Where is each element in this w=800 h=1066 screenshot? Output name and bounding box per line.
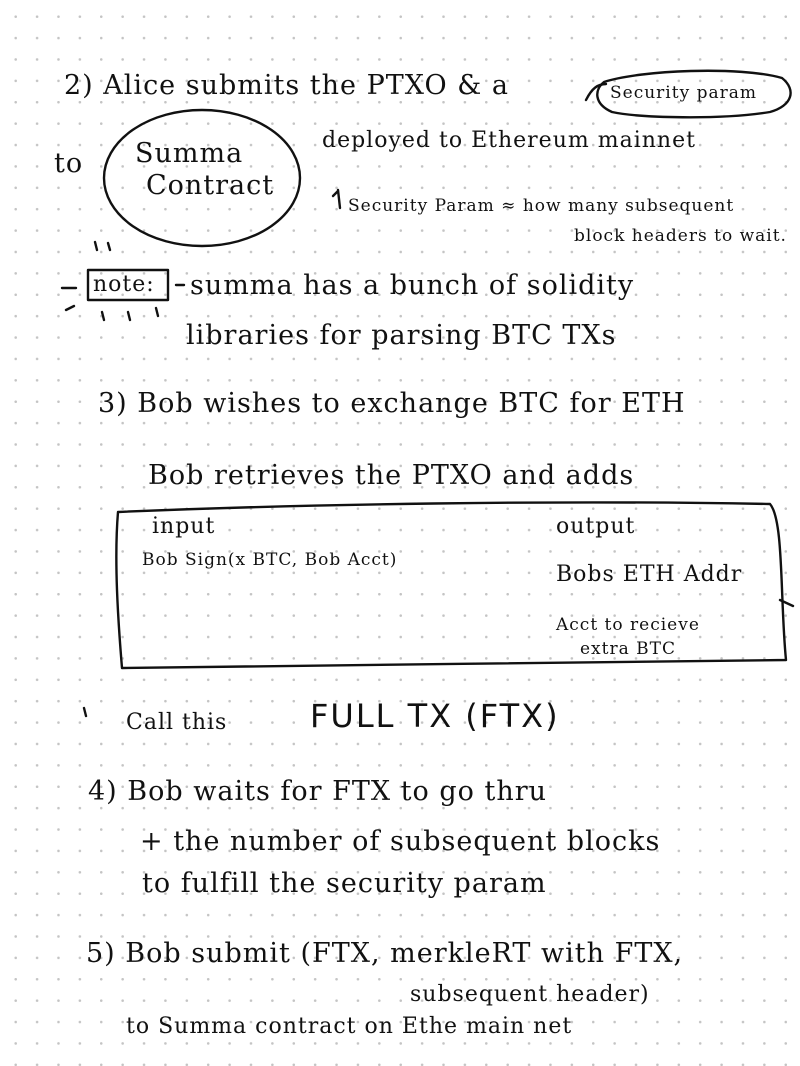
call-this-text: Call this (126, 710, 228, 735)
tx-output-change-line1: Acct to recieve (556, 615, 700, 635)
step5-line3: to Summa contract on Ethe main net (126, 1014, 573, 1039)
summa-contract-label-line2: Contract (146, 170, 275, 201)
security-param-definition-line1: Security Param ≈ how many subsequent (348, 196, 735, 216)
step5-line2: subsequent header) (410, 982, 650, 1007)
step3-heading: 3) Bob wishes to exchange BTC for ETH (98, 388, 686, 419)
note-line2: libraries for parsing BTC TXs (186, 320, 617, 351)
step4-line1: 4) Bob waits for FTX to go thru (88, 776, 548, 807)
tx-input-header: input (152, 514, 216, 539)
security-param-bubble-text: Security param (610, 83, 757, 103)
tx-input-value: Bob Sign(x BTC, Bob Acct) (142, 550, 398, 570)
note-label: note: (93, 272, 155, 297)
step2-to-word: to (54, 148, 84, 179)
step3-retrieves-line: Bob retrieves the PTXO and adds (148, 460, 635, 491)
note-line1: summa has a bunch of solidity (190, 270, 635, 301)
full-tx-label: FULL TX (FTX) (310, 697, 560, 735)
security-param-definition-line2: block headers to wait. (574, 226, 787, 246)
step4-line3: to fulfill the security param (142, 868, 547, 899)
step4-line2: + the number of subsequent blocks (140, 826, 661, 857)
tx-output-change-line2: extra BTC (580, 639, 676, 659)
sec-param-tick (331, 188, 342, 210)
summa-contract-label-line1: Summa (135, 138, 244, 169)
step5-line1: 5) Bob submit (FTX, merkleRT with FTX, (86, 938, 684, 969)
box-edge-tick (778, 598, 795, 608)
call-this-bullet (82, 706, 88, 718)
deployed-to-mainnet: deployed to Ethereum mainnet (322, 128, 696, 153)
tx-output-header: output (556, 514, 636, 539)
handwriting-strokes (60, 69, 795, 718)
tx-output-eth-addr: Bobs ETH Addr (556, 562, 743, 587)
security-bubble-connector (584, 82, 608, 102)
step2-heading: 2) Alice submits the PTXO & a (64, 70, 509, 101)
